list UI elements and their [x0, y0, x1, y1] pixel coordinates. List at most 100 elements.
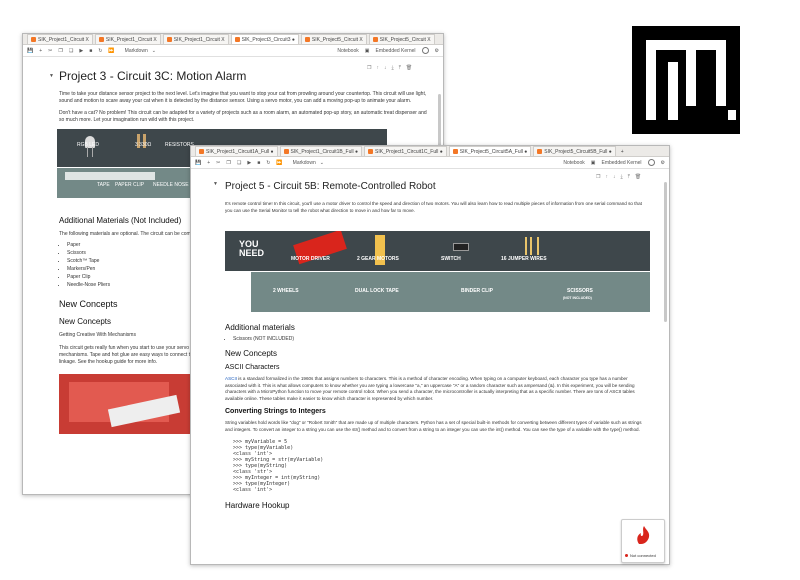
tab-notebook[interactable]: SIK_Project1_Circuit1A_Full ● — [195, 146, 278, 156]
chevron-down-icon[interactable]: ⌄ — [320, 160, 324, 166]
notebook-window-project5: SIK_Project1_Circuit1A_Full ● SIK_Projec… — [190, 145, 670, 565]
paste-icon[interactable]: ❏ — [237, 160, 241, 166]
notebook-icon — [31, 37, 36, 42]
additional-materials-heading: Additional materials — [225, 323, 295, 332]
part-label: MOTOR DRIVER — [291, 256, 330, 262]
cut-icon[interactable]: ✂ — [48, 48, 52, 54]
save-icon[interactable]: 💾 — [195, 160, 201, 166]
tab-notebook-active[interactable]: SIK_Project5_Circuit5A_Full ● — [448, 146, 532, 156]
settings-icon[interactable]: ⚙ — [661, 160, 665, 166]
jumper-wire-image — [530, 237, 532, 255]
add-cell-icon[interactable]: + — [207, 160, 210, 166]
part-label: BINDER CLIP — [461, 288, 493, 294]
intro-paragraph: Time to take your distance sensor projec… — [59, 91, 427, 104]
jumper-wire-image — [525, 237, 527, 255]
fast-forward-icon[interactable]: ⏩ — [108, 48, 114, 54]
notebook-icon: ▣ — [590, 159, 596, 166]
notebook-icon — [283, 149, 289, 154]
page-title: Project 3 - Circuit 3C: Motion Alarm — [59, 69, 247, 83]
notebook-icon — [452, 149, 458, 154]
notebook-icon — [304, 37, 310, 42]
tab-notebook[interactable]: SIK_Project1_Circuit1B_Full ● — [279, 146, 362, 156]
notebook-icon: ▣ — [364, 47, 370, 54]
notebook-toolbar: 💾 + ✂ ❐ ❏ ▶ ■ ↻ ⏩ Markdown ⌄ Notebook ▣ … — [191, 157, 669, 169]
tab-notebook[interactable]: SIK_Project1_Circuit1C_Full ● — [364, 146, 447, 156]
kernel-name[interactable]: Embedded Kernel — [601, 160, 641, 166]
new-tab-button[interactable]: + — [618, 147, 627, 156]
notebook-icon — [166, 37, 172, 42]
part-label: DUAL LOCK TAPE — [355, 288, 399, 294]
led-leg — [87, 147, 88, 157]
run-icon[interactable]: ▶ — [247, 160, 251, 166]
notebook-icon — [234, 37, 240, 42]
intro-paragraph-2: Don't have a cat? No problem! This circu… — [59, 110, 427, 123]
banner-label: PAPER CLIP — [115, 182, 145, 188]
notebook-label: Notebook — [563, 159, 585, 166]
notebook-toolbar: 💾 + ✂ ❐ ❏ ▶ ■ ↻ ⏩ Markdown ⌄ Notebook ▣ … — [23, 45, 443, 57]
tab-notebook[interactable]: SIK_Project5_Circuit5B_Full ● — [533, 146, 616, 156]
part-label: 2 WHEELS — [273, 288, 299, 294]
part-label: SWITCH — [441, 256, 461, 262]
tab-notebook[interactable]: SIK_Project1_Circuit X — [94, 34, 161, 44]
cell-type-select[interactable]: Markdown — [293, 160, 316, 166]
notebook-icon — [199, 149, 204, 154]
not-included-label: (NOT INCLUDED) — [563, 296, 592, 300]
list-item: Scissors (NOT INCLUDED) — [233, 335, 663, 343]
ascii-paragraph: ASCII is a standard formalized in the 19… — [225, 376, 635, 401]
notebook-label: Notebook — [337, 47, 359, 54]
notebook-content: Project 5 - Circuit 5B: Remote-Controlle… — [191, 169, 669, 564]
cut-icon[interactable]: ✂ — [216, 160, 220, 166]
intro-paragraph: It's remote control time! In this circui… — [225, 201, 642, 213]
tab-bar: SIK_Project1_Circuit1A_Full ● SIK_Projec… — [191, 146, 669, 157]
kernel-status-icon — [647, 159, 655, 166]
scrollbar[interactable] — [664, 182, 667, 322]
status-text-row: Not connected — [625, 553, 661, 558]
copy-icon[interactable]: ❐ — [226, 160, 230, 166]
stop-icon[interactable]: ■ — [89, 48, 92, 54]
ascii-link[interactable]: ASCII — [225, 376, 237, 381]
led-leg — [92, 147, 93, 157]
notebook-icon — [372, 37, 378, 42]
settings-icon[interactable]: ⚙ — [435, 48, 439, 54]
chevron-down-icon[interactable]: ⌄ — [152, 48, 156, 54]
kernel-status-icon — [421, 47, 429, 54]
connection-status-badge[interactable]: Not connected — [621, 519, 665, 563]
notebook-icon — [368, 149, 373, 154]
tab-notebook[interactable]: SIK_Project5_Circuit X — [300, 34, 367, 44]
save-icon[interactable]: 💾 — [27, 48, 33, 54]
add-cell-icon[interactable]: + — [39, 48, 42, 54]
sparkfun-flame-icon — [637, 526, 650, 544]
cell-type-select[interactable]: Markdown — [125, 48, 148, 54]
tab-notebook[interactable]: SIK_Project1_Circuit X — [27, 34, 93, 44]
code-block: >>> myVariable = 5 >>> type(myVariable) … — [233, 439, 324, 493]
paste-icon[interactable]: ❏ — [69, 48, 73, 54]
notebook-icon — [537, 149, 543, 154]
restart-icon[interactable]: ↻ — [98, 48, 102, 54]
run-icon[interactable]: ▶ — [79, 48, 83, 54]
tab-bar: SIK_Project1_Circuit X SIK_Project1_Circ… — [23, 34, 443, 45]
materials-list: Scissors (NOT INCLUDED) — [225, 335, 663, 343]
servo-photo — [59, 374, 209, 434]
notebook-icon — [98, 37, 104, 42]
tab-notebook[interactable]: SIK_Project5_Circuit X — [368, 34, 435, 44]
fast-forward-icon[interactable]: ⏩ — [276, 160, 282, 166]
new-concepts-heading: New Concepts — [225, 349, 278, 358]
stop-icon[interactable]: ■ — [257, 160, 260, 166]
kernel-name[interactable]: Embedded Kernel — [375, 48, 415, 54]
part-label: 2 GEAR MOTORS — [357, 256, 399, 262]
part-label: SCISSORS — [567, 288, 593, 294]
status-text: Not connected — [630, 553, 656, 558]
tab-notebook-active[interactable]: SIK_Project3_Circuit3 ● — [230, 34, 299, 44]
converting-heading: Converting Strings to Integers — [225, 408, 326, 415]
you-need-label: YOU NEED — [239, 239, 265, 258]
status-dot-icon — [625, 554, 628, 557]
micropython-logo — [632, 26, 740, 134]
restart-icon[interactable]: ↻ — [266, 160, 270, 166]
copy-icon[interactable]: ❐ — [58, 48, 62, 54]
hardware-hookup-heading: Hardware Hookup — [225, 501, 290, 510]
you-need-banner: YOU NEED MOTOR DRIVER 2 GEAR MOTORS SWIT… — [225, 231, 650, 271]
banner-label: RGB LED — [77, 142, 99, 148]
part-label: 16 JUMPER WIRES — [501, 256, 547, 262]
tab-notebook[interactable]: SIK_Project1_Circuit X — [162, 34, 229, 44]
materials-banner: 2 WHEELS DUAL LOCK TAPE BINDER CLIP SCIS… — [251, 271, 650, 312]
